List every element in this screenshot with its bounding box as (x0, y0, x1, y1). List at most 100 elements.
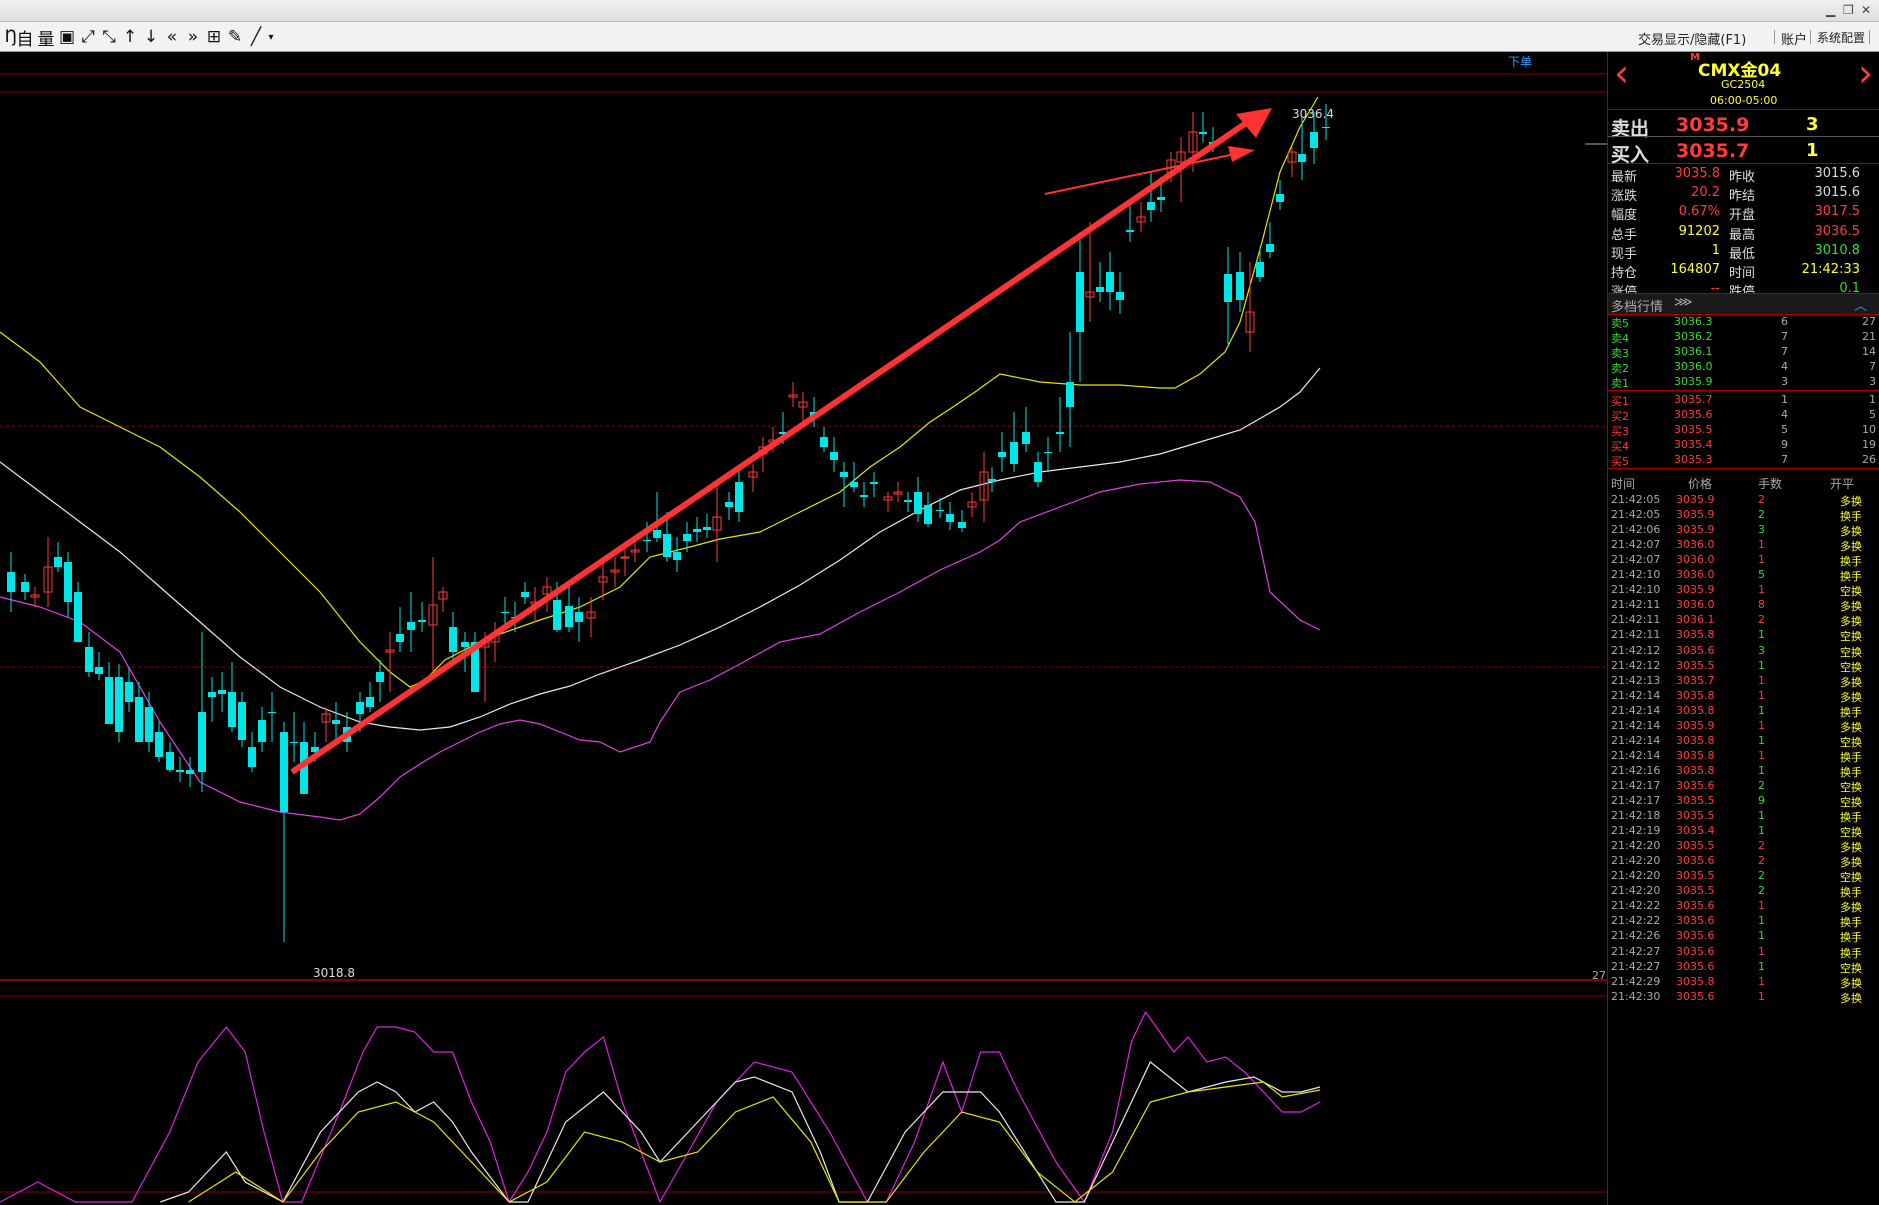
candle (673, 537, 681, 572)
ask-level: 卖5 (1611, 317, 1629, 330)
candle (366, 682, 374, 712)
tick-type: 空换 (1840, 645, 1862, 659)
menu-account[interactable]: 账户 (1781, 29, 1807, 48)
candle (1096, 262, 1104, 302)
expand-icon[interactable]: ⤢ (77, 25, 99, 49)
bid-volume: 1 (1781, 393, 1788, 406)
tick-time: 21:42:06 (1611, 523, 1661, 537)
tick-qty: 1 (1758, 673, 1765, 687)
minimize-icon[interactable]: ▁ (1826, 3, 1835, 17)
tick-type: 多换 (1840, 525, 1862, 539)
ask-price[interactable]: 3036.2 (1674, 330, 1713, 343)
volume-icon[interactable]: 量 (35, 25, 57, 50)
bid-level: 买4 (1611, 440, 1629, 453)
candle (748, 464, 758, 492)
tick-price: 3035.9 (1676, 493, 1715, 506)
tick-price: 3035.4 (1676, 824, 1715, 838)
arrow-up-icon[interactable]: ↑ (119, 25, 141, 49)
candle (290, 712, 298, 762)
stat-value: 164807 (1670, 262, 1720, 277)
bid-price[interactable]: 3035.6 (1674, 408, 1713, 421)
line-tool-icon[interactable]: ╱ (245, 25, 267, 49)
tick-qty: 1 (1758, 989, 1765, 1003)
bid-price[interactable]: 3035.5 (1674, 423, 1713, 436)
candle (946, 502, 954, 530)
bid-price[interactable]: 3035.7 (1674, 393, 1713, 406)
bid-price[interactable]: 3035.3 (1674, 453, 1713, 466)
candle (1106, 252, 1114, 310)
bid-total: 1 (1869, 393, 1876, 406)
tick-price: 3036.0 (1676, 538, 1715, 552)
double-left-icon[interactable]: « (161, 25, 183, 49)
candle (268, 692, 276, 742)
shrink-icon[interactable]: ⤡ (98, 25, 120, 49)
stat-value: 0.67% (1678, 204, 1720, 220)
bid-level: 买3 (1611, 425, 1629, 438)
candle (95, 652, 103, 680)
toolbar: Ŋ 自量 ▣ ⤢ ⤡ ↑ ↓ «» ⊞ ✎ ╱ ▾ 交易显示/隐藏(F1) 账户 系统配置 (0, 22, 1879, 52)
tick-type: 多换 (1840, 495, 1862, 508)
tick-price: 3035.6 (1676, 643, 1715, 657)
ask-price[interactable]: 3036.0 (1674, 360, 1713, 373)
candle (521, 582, 529, 604)
expand-icon[interactable]: ⋙ (1674, 295, 1693, 310)
menu-trade-toggle[interactable]: 交易显示/隐藏(F1) (1638, 29, 1746, 48)
tick-price: 3035.8 (1676, 748, 1715, 762)
stat-label: 持仓 (1611, 266, 1638, 281)
tick-type: 多换 (1840, 540, 1862, 554)
menu-system-config[interactable]: 系统配置 (1817, 29, 1865, 46)
ask-price[interactable]: 3036.3 (1674, 315, 1713, 328)
quote-panel: ‹ › M CMX金04 GC2504 06:00-05:00 卖出 3035.… (1607, 52, 1879, 1205)
bid-total: 5 (1869, 408, 1876, 421)
collapse-icon[interactable]: ︿ (1854, 295, 1867, 314)
tick-time: 21:42:13 (1611, 673, 1661, 687)
close-icon[interactable]: ✕ (1861, 3, 1871, 17)
buy-price[interactable]: 3035.7 (1676, 140, 1749, 162)
stat-label: 总手 (1611, 227, 1638, 243)
grid-icon[interactable]: ⊞ (203, 25, 225, 49)
tick-price: 3035.8 (1676, 688, 1715, 702)
tick-time: 21:42:12 (1611, 658, 1661, 672)
ask-price[interactable]: 3036.1 (1674, 345, 1713, 358)
self-select-icon[interactable]: 自 (14, 25, 36, 50)
tick-qty: 2 (1758, 493, 1765, 506)
order-button[interactable]: 下单 (1508, 55, 1532, 69)
candle (74, 582, 82, 642)
tick-type: 空换 (1840, 796, 1862, 809)
low-price-label: 3018.8 (313, 966, 355, 980)
ask-volume: 7 (1781, 345, 1788, 358)
tick-qty: 1 (1758, 748, 1765, 762)
tick-time: 21:42:14 (1611, 733, 1661, 747)
tick-type: 换手 (1840, 916, 1862, 930)
tick-price: 3035.6 (1676, 914, 1715, 928)
bid-level: 买2 (1611, 410, 1629, 423)
buy-qty: 1 (1806, 140, 1819, 161)
buy-label: 买入 (1611, 144, 1650, 166)
candle (914, 477, 922, 522)
tick-time: 21:42:11 (1611, 613, 1661, 627)
pencil-icon[interactable]: ✎ (224, 25, 246, 49)
tick-type: 换手 (1840, 946, 1862, 960)
tick-qty: 5 (1758, 568, 1765, 582)
candle (1034, 452, 1042, 487)
ask-price[interactable]: 3035.9 (1674, 375, 1713, 388)
dropdown-icon[interactable]: ▾ (266, 25, 276, 49)
arrow-down-icon[interactable]: ↓ (140, 25, 162, 49)
window-icon[interactable]: ▣ (56, 25, 78, 49)
tick-qty: 2 (1758, 839, 1765, 853)
candle (64, 552, 72, 617)
stat-label: 时间 (1729, 266, 1756, 281)
ask-total: 3 (1869, 375, 1876, 388)
double-right-icon[interactable]: » (182, 25, 204, 49)
prev-symbol-icon[interactable]: ‹ (1614, 54, 1629, 92)
candle (967, 492, 977, 517)
bid-price[interactable]: 3035.4 (1674, 438, 1713, 451)
kline-chart[interactable]: 下单 3036.4 3018.8 27 (0, 52, 1607, 1205)
candle (155, 722, 163, 762)
restore-icon[interactable]: ❐ (1843, 3, 1854, 17)
next-symbol-icon[interactable]: › (1858, 54, 1873, 92)
bid-volume: 5 (1781, 423, 1788, 436)
candle (1199, 112, 1207, 142)
sell-price[interactable]: 3035.9 (1676, 114, 1749, 136)
candle (280, 722, 288, 942)
